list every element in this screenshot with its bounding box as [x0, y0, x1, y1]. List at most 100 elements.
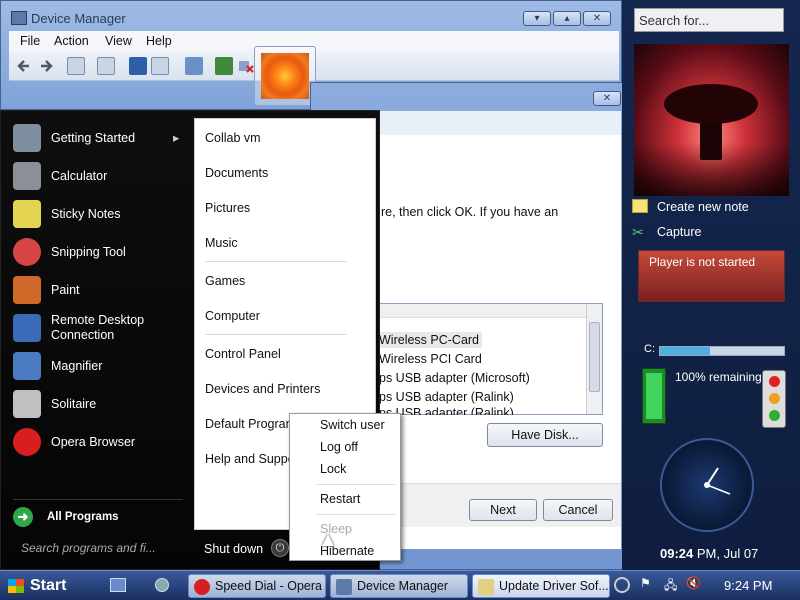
close-button[interactable]: ✕ [583, 11, 611, 26]
program-label: Remote Desktop Connection [51, 313, 145, 342]
right-item-computer[interactable]: Computer [205, 309, 260, 323]
slideshow-gadget[interactable] [634, 44, 789, 196]
uninstall-icon[interactable] [237, 57, 255, 75]
menu-view[interactable]: View [105, 34, 132, 48]
capture-link[interactable]: Capture [657, 225, 701, 239]
program-label: Solitaire [51, 397, 97, 411]
menu-hibernate[interactable]: Hibernate [320, 544, 374, 558]
scissors-icon [13, 238, 41, 266]
right-item-music[interactable]: Music [205, 236, 238, 250]
right-item-games[interactable]: Games [205, 274, 245, 288]
device-manager-icon [336, 579, 352, 595]
green-light-icon [769, 410, 780, 421]
program-snipping-tool[interactable]: Snipping Tool [11, 235, 191, 271]
task-update-driver[interactable]: Update Driver Sof... [472, 574, 610, 598]
menu-switch-user[interactable]: Switch user [320, 418, 385, 432]
all-programs-label: All Programs [47, 511, 119, 523]
opera-icon [194, 579, 210, 595]
clock-face [704, 467, 731, 495]
task-label: Speed Dial - Opera [215, 579, 323, 593]
right-item-help-support[interactable]: Help and Support [205, 452, 291, 466]
battery-level [646, 373, 662, 419]
quick-launch-icon[interactable] [155, 578, 169, 592]
clock-gadget[interactable] [660, 438, 754, 532]
show-desktop-icon[interactable] [110, 578, 126, 592]
minimize-button[interactable]: ▾ [523, 11, 551, 26]
right-item-pictures[interactable]: Pictures [205, 201, 250, 215]
scrollbar-thumb[interactable] [589, 322, 600, 392]
list-item[interactable]: Wireless PC-Card [376, 332, 483, 348]
scan-hardware-icon[interactable] [185, 57, 203, 75]
battery-icon [642, 368, 666, 424]
right-item-control-panel[interactable]: Control Panel [205, 347, 281, 361]
taskbar: Start Speed Dial - Opera Device Manager … [0, 570, 800, 600]
update-driver-icon[interactable] [215, 57, 233, 75]
start-search-input[interactable]: Search programs and fi... [21, 541, 183, 561]
task-label: Device Manager [357, 579, 449, 593]
have-disk-button[interactable]: Have Disk... [487, 423, 603, 447]
properties-icon[interactable] [97, 57, 115, 75]
driver-list[interactable]: Wireless PC-Card Wireless PCI Card ps US… [375, 303, 603, 415]
separator [205, 261, 347, 262]
menu-file[interactable]: File [20, 34, 40, 48]
separator [205, 334, 347, 335]
up-icon[interactable] [67, 57, 85, 75]
all-programs-button[interactable]: ➜ All Programs [13, 507, 183, 529]
right-item-default-programs[interactable]: Default Programs [205, 417, 291, 431]
start-button[interactable]: Start [0, 572, 82, 600]
power-icon[interactable]: ⏻ [271, 539, 289, 557]
list-item[interactable]: Wireless PCI Card [376, 351, 485, 367]
volume-muted-icon[interactable]: 🔇 [686, 576, 701, 590]
menu-restart[interactable]: Restart [320, 492, 360, 506]
tray-app-icon[interactable] [614, 577, 630, 593]
program-remote-desktop[interactable]: Remote Desktop Connection [11, 311, 191, 347]
list-scrollbar[interactable] [586, 304, 602, 414]
remote-desktop-icon [13, 314, 41, 342]
menu-help[interactable]: Help [146, 34, 172, 48]
program-getting-started[interactable]: Getting Started ▸ [11, 121, 191, 157]
tree-canopy [664, 84, 758, 124]
calculator-icon [13, 162, 41, 190]
back-icon[interactable] [15, 57, 33, 75]
solitaire-icon [13, 390, 41, 418]
create-note-link[interactable]: Create new note [657, 200, 749, 214]
menu-log-off[interactable]: Log off [320, 440, 358, 454]
right-item-collab-vm[interactable]: Collab vm [205, 131, 261, 145]
program-calculator[interactable]: Calculator [11, 159, 191, 195]
windows-sidebar: Search for... Create new note ✂ Capture … [622, 0, 800, 570]
forward-icon[interactable] [37, 57, 55, 75]
program-opera[interactable]: Opera Browser [11, 425, 191, 461]
menu-lock[interactable]: Lock [320, 462, 346, 476]
cancel-button[interactable]: Cancel [543, 499, 613, 521]
help-icon[interactable] [129, 57, 147, 75]
program-solitaire[interactable]: Solitaire [11, 387, 191, 423]
chevron-right-icon: ▸ [173, 131, 180, 145]
task-opera[interactable]: Speed Dial - Opera [188, 574, 326, 598]
right-item-devices-printers[interactable]: Devices and Printers [205, 382, 320, 396]
maximize-button[interactable]: ▴ [553, 11, 581, 26]
program-label: Sticky Notes [51, 207, 121, 221]
media-player-gadget[interactable]: Player is not started [638, 250, 785, 302]
player-status: Player is not started [649, 255, 756, 269]
list-item[interactable]: ps USB adapter (Microsoft) [376, 370, 533, 386]
program-paint[interactable]: Paint [11, 273, 191, 309]
menu-action[interactable]: Action [54, 34, 89, 48]
flag-icon[interactable]: ⚑ [640, 576, 651, 590]
amber-light-icon [769, 393, 780, 404]
right-item-documents[interactable]: Documents [205, 166, 268, 180]
network-icon[interactable]: 🖧 [664, 576, 677, 597]
program-magnifier[interactable]: Magnifier [11, 349, 191, 385]
view-icon[interactable] [151, 57, 169, 75]
list-item[interactable]: ps USB adapter (Ralink) [376, 389, 517, 405]
start-label: Start [30, 577, 67, 594]
drive-usage-bar [659, 346, 785, 356]
instruction-text: re, then click OK. If you have an [381, 205, 559, 219]
shutdown-label[interactable]: Shut down [204, 542, 263, 556]
dialog-close-button[interactable]: ✕ [593, 91, 621, 106]
user-picture[interactable] [261, 53, 309, 99]
sidebar-search-input[interactable]: Search for... [634, 8, 784, 32]
taskbar-clock[interactable]: 9:24 PM [724, 578, 772, 593]
next-button[interactable]: Next [469, 499, 537, 521]
program-sticky-notes[interactable]: Sticky Notes [11, 197, 191, 233]
task-device-manager[interactable]: Device Manager [330, 574, 468, 598]
